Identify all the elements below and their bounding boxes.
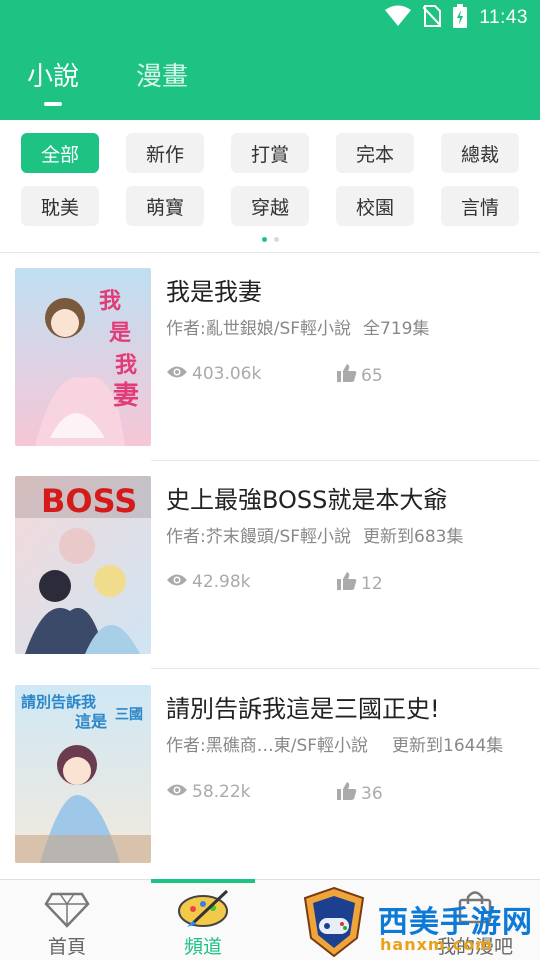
category-chip[interactable]: 完本 [336,133,414,173]
likes-stat: 65 [337,364,383,387]
eye-icon [166,364,188,384]
category-chip[interactable]: 耽美 [21,186,99,226]
thumbs-up-icon [337,364,357,387]
tab-novel[interactable]: 小說 [27,56,79,93]
category-chip[interactable]: 校園 [336,186,414,226]
views-stat: 403.06k [166,364,261,384]
svg-text:這是: 這是 [75,712,107,731]
paint-palette-icon [177,889,231,933]
diamond-icon [44,892,90,932]
book-title: 請別告訴我這是三國正史! [166,695,440,723]
category-chip[interactable]: 言情 [441,186,519,226]
no-sim-icon [422,5,443,31]
views-count: 42.98k [192,572,251,592]
book-episodes: 全719集 [363,319,430,339]
likes-count: 12 [361,573,383,594]
wifi-icon [385,5,412,31]
thumbs-up-icon [337,782,357,805]
tab-active-indicator [44,102,62,106]
book-title: 我是我妻 [166,278,262,306]
category-chip[interactable]: 總裁 [441,133,519,173]
category-chip[interactable]: 新作 [126,133,204,173]
nav-home-label: 首頁 [47,936,86,958]
likes-stat: 12 [337,572,383,595]
book-list-item[interactable]: 我 是 我 妻 我是我妻 作者:亂世銀娘/SF輕小說 全719集 403.06k … [0,253,540,462]
nav-channel[interactable]: 頻道 [153,880,253,960]
book-meta: 作者:芥末饅頭/SF輕小說 更新到683集 [166,522,463,547]
book-meta: 作者:黑礁商…東/SF輕小說 更新到1644集 [166,731,503,756]
views-stat: 58.22k [166,782,251,802]
page-dot [273,237,279,242]
page-dot-active [261,237,267,242]
watermark-url: hanxm.com [380,935,493,954]
svg-text:是: 是 [109,321,131,346]
category-chip[interactable]: 穿越 [231,186,309,226]
book-author: 作者:黑礁商…東/SF輕小說 [166,736,369,756]
bottom-navigation: 首頁 頻道 我的漫吧 西美手游网 hanxm.com [0,879,540,960]
book-cover-image: BOSS [15,476,151,654]
category-chip[interactable]: 打賞 [231,133,309,173]
views-count: 403.06k [192,364,262,384]
svg-text:BOSS: BOSS [41,482,137,520]
nav-home[interactable]: 首頁 [17,880,117,960]
watermark: 西美手游网 hanxm.com [300,879,540,960]
views-stat: 42.98k [166,572,251,592]
tab-comics[interactable]: 漫畫 [136,56,188,93]
book-meta: 作者:亂世銀娘/SF輕小說 全719集 [166,314,429,339]
category-chip[interactable]: 萌寶 [126,186,204,226]
page-indicator [0,237,540,245]
svg-text:三國: 三國 [115,707,143,723]
svg-text:我: 我 [99,289,121,314]
likes-stat: 36 [337,782,383,805]
book-cover-image: 我 是 我 妻 [15,268,151,446]
book-episodes: 更新到1644集 [392,736,504,756]
book-cover-image: 請別告訴我 這是 三國 [15,685,151,863]
battery-charging-icon [453,4,468,32]
nav-channel-label: 頻道 [183,936,222,958]
likes-count: 36 [361,783,383,804]
book-author: 作者:亂世銀娘/SF輕小說 [166,319,352,339]
eye-icon [166,782,188,802]
svg-text:我: 我 [115,353,137,378]
views-count: 58.22k [192,782,251,802]
book-episodes: 更新到683集 [363,527,464,547]
top-tabs: 小說 漫畫 [0,56,540,106]
status-bar: 11:43 [0,0,540,36]
status-time: 11:43 [479,7,528,28]
category-chip[interactable]: 全部 [21,133,99,173]
app-header: 11:43 小說 漫畫 [0,0,540,120]
book-author: 作者:芥末饅頭/SF輕小說 [166,527,352,547]
row-divider [151,668,540,669]
eye-icon [166,572,188,592]
book-list-item[interactable]: 請別告訴我 這是 三國 請別告訴我這是三國正史! 作者:黑礁商…東/SF輕小說 更… [0,670,540,879]
book-title: 史上最強BOSS就是本大爺 [166,486,448,514]
svg-text:請別告訴我: 請別告訴我 [21,693,96,711]
book-list-item[interactable]: BOSS 史上最強BOSS就是本大爺 作者:芥末饅頭/SF輕小說 更新到683集 … [0,461,540,670]
likes-count: 65 [361,365,383,386]
category-grid: 全部 新作 打賞 完本 總裁 耽美 萌寶 穿越 校園 言情 [0,120,540,252]
svg-text:妻: 妻 [113,381,139,411]
thumbs-up-icon [337,572,357,595]
